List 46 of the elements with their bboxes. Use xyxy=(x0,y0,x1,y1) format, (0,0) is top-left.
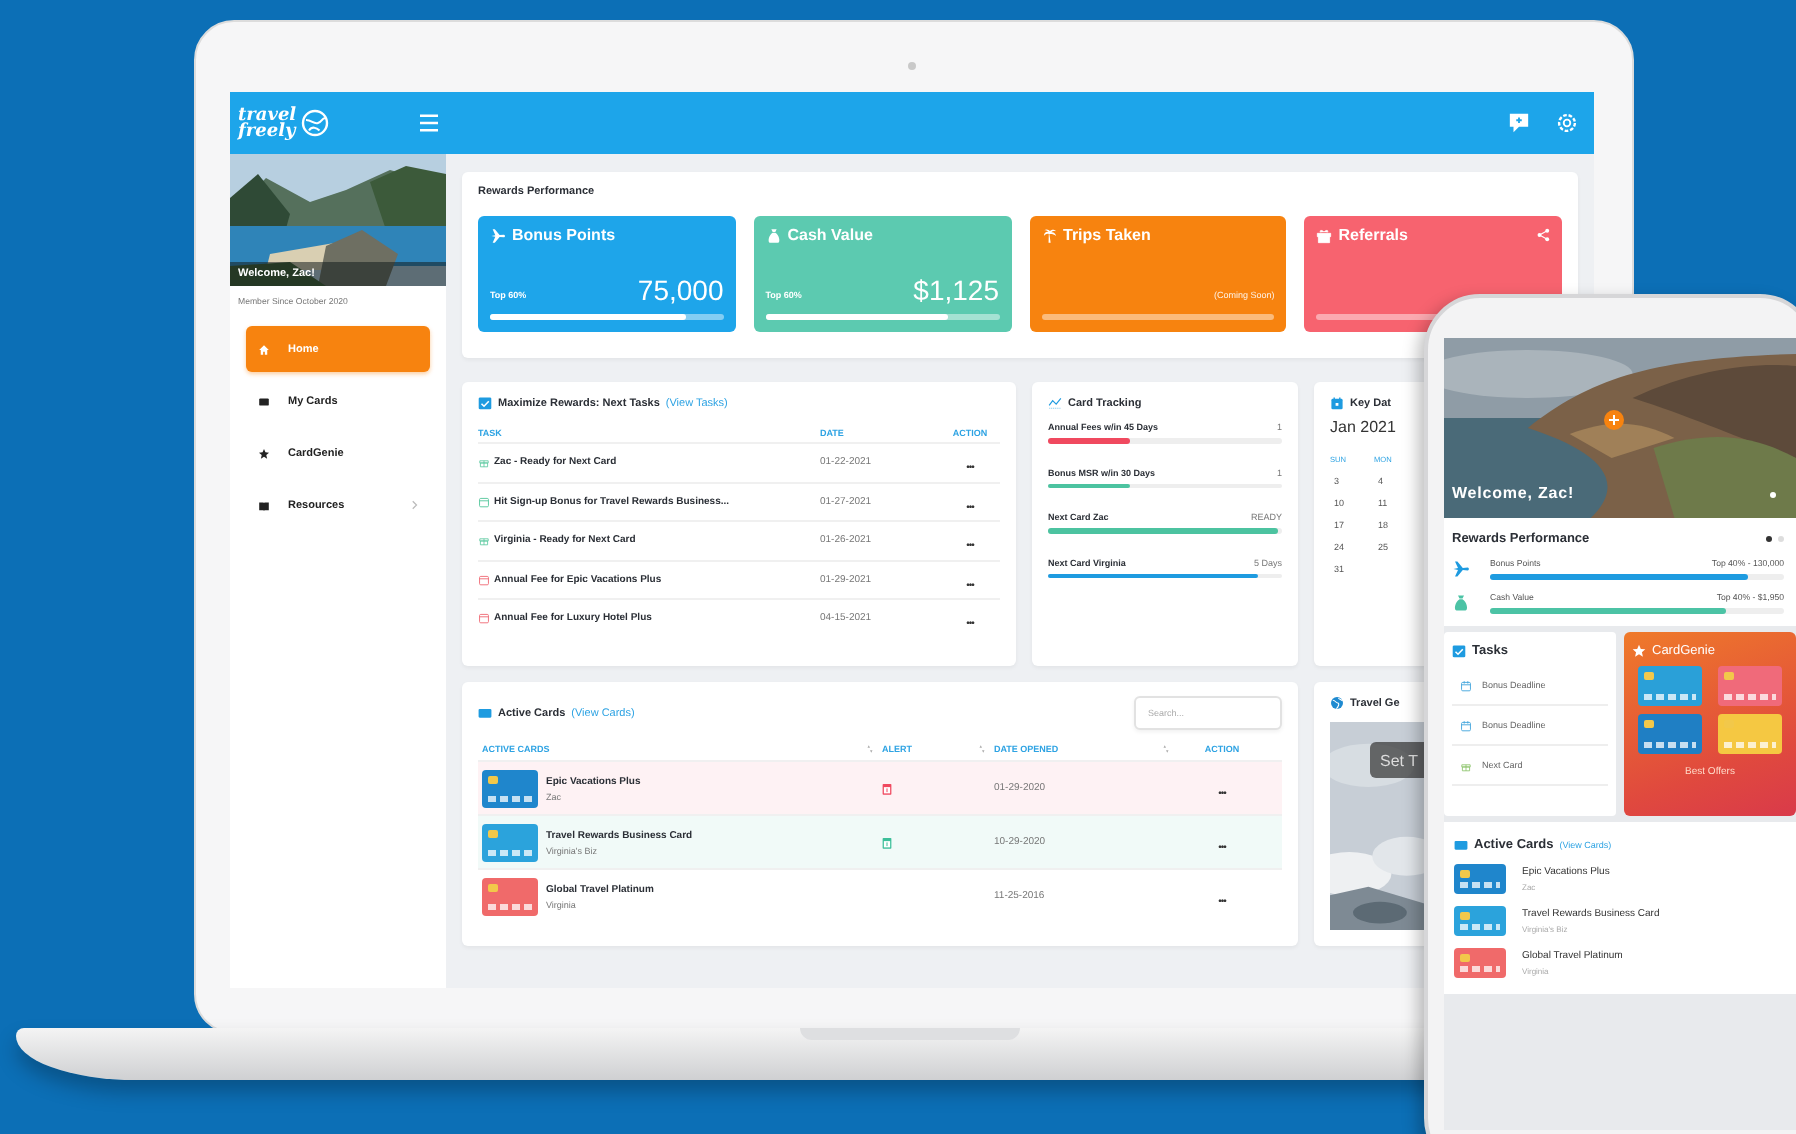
pager-dot[interactable] xyxy=(1766,536,1772,542)
globe-icon xyxy=(1330,696,1344,710)
calendar-icon xyxy=(1460,719,1472,731)
month-label: Jan 2021 xyxy=(1330,418,1398,436)
stat-value: 75,000 xyxy=(637,276,724,306)
credit-card-icon xyxy=(478,706,492,720)
plane-icon xyxy=(490,227,506,243)
set-goal-button[interactable]: Set T xyxy=(1370,742,1426,778)
menu-icon[interactable] xyxy=(418,114,440,132)
tile-title: Referrals xyxy=(1338,226,1408,244)
chevron-icon xyxy=(410,500,418,510)
chat-icon[interactable] xyxy=(1508,112,1530,134)
palm-tree-icon xyxy=(1041,227,1057,243)
camera-icon xyxy=(908,62,916,70)
calendar-icon xyxy=(1460,679,1472,691)
gift-icon xyxy=(478,456,490,469)
star-icon xyxy=(1632,644,1646,658)
calendar-icon xyxy=(1330,396,1344,410)
stat-value: $1,125 xyxy=(913,276,999,306)
chart-icon xyxy=(1048,396,1062,410)
tile-title: Bonus Points xyxy=(512,226,616,244)
tile-title: Cash Value xyxy=(787,226,873,244)
checklist-icon xyxy=(478,396,492,410)
calendar-icon xyxy=(478,612,490,625)
globe-icon xyxy=(300,108,330,138)
card-icon xyxy=(258,395,270,407)
logo-text: travel freely xyxy=(238,107,298,139)
welcome-text: Welcome, Zac! xyxy=(1452,484,1575,502)
money-bag-icon xyxy=(765,227,782,243)
checklist-icon xyxy=(1452,644,1466,658)
slide-dot-icon xyxy=(1770,492,1776,498)
star-icon xyxy=(258,447,270,459)
share-icon[interactable] xyxy=(1536,228,1550,242)
settings-icon[interactable] xyxy=(1556,112,1578,134)
home-icon xyxy=(258,343,270,355)
gift-icon xyxy=(1316,227,1333,243)
tile-title: Trips Taken xyxy=(1063,226,1151,244)
calendar-icon xyxy=(478,573,490,586)
plane-icon xyxy=(1452,560,1470,578)
money-bag-icon xyxy=(1452,594,1470,612)
gift-icon xyxy=(1460,759,1472,771)
calendar-icon xyxy=(478,495,490,508)
add-button[interactable] xyxy=(1604,410,1624,430)
gift-icon xyxy=(478,534,490,547)
pager-dot[interactable] xyxy=(1778,536,1784,542)
credit-card-icon xyxy=(1454,838,1468,852)
